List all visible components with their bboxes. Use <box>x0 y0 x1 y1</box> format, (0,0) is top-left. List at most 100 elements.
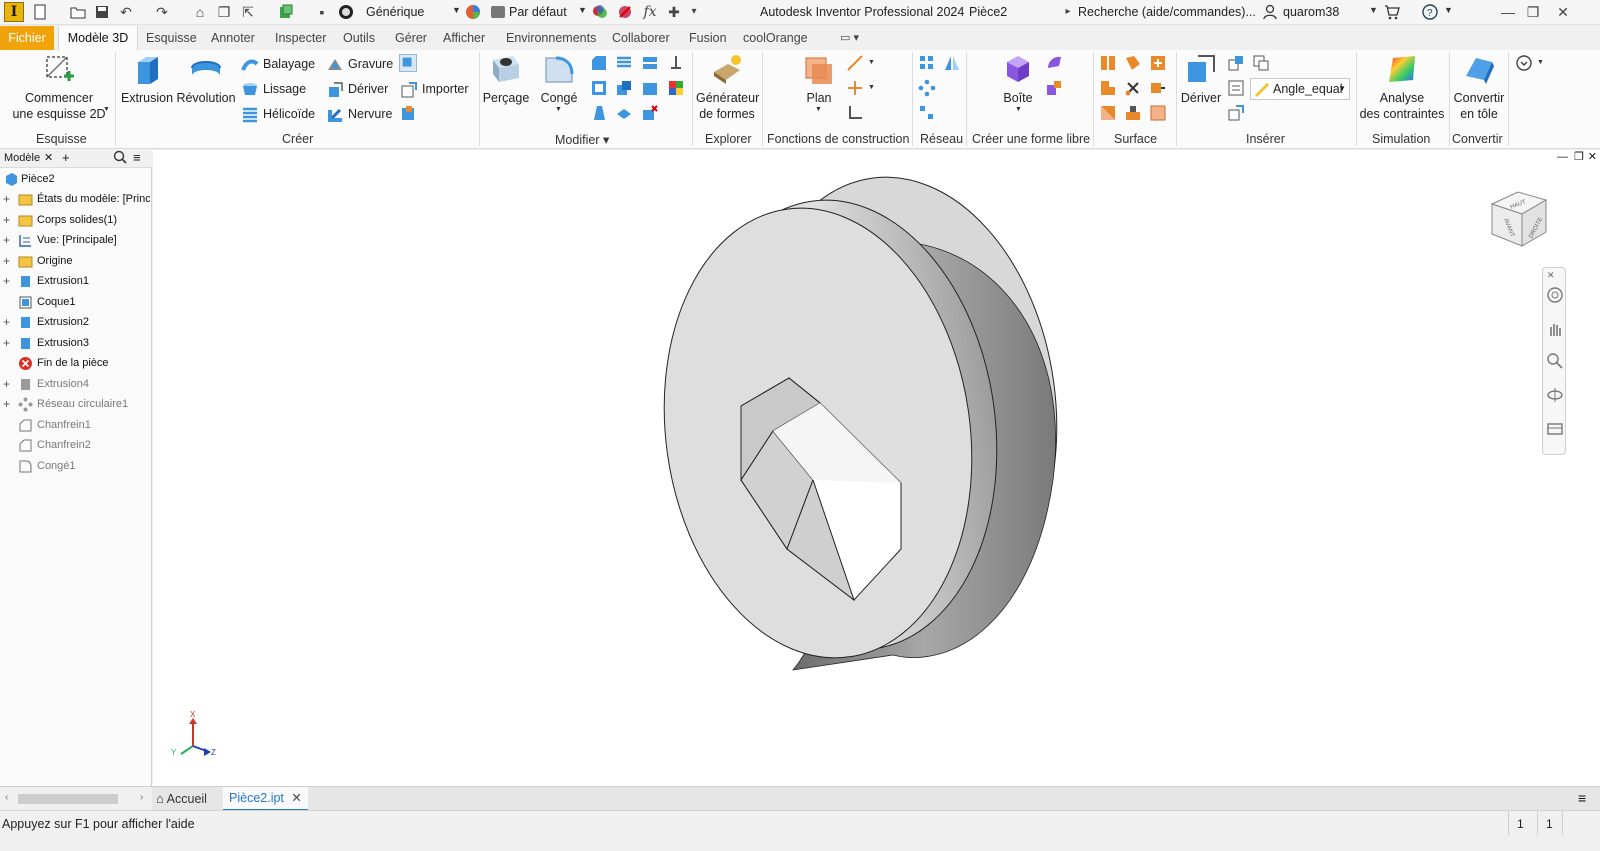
importer-button[interactable]: Importer <box>400 79 469 99</box>
gravure-button[interactable]: Gravure <box>326 54 393 74</box>
tab-fusion[interactable]: Fusion <box>683 26 733 50</box>
tree-item[interactable]: Coque1 <box>0 292 150 312</box>
home-icon[interactable]: ⌂ <box>192 4 208 20</box>
copy-icon[interactable]: ❐ <box>216 4 232 20</box>
chevron-down-icon[interactable]: ▼ <box>868 84 875 91</box>
close-icon[interactable]: ✕ <box>1555 4 1571 20</box>
appearance-dropdown[interactable]: Par défaut <box>509 5 567 19</box>
tree-item[interactable]: + Origine <box>0 251 150 271</box>
tab-esquisse[interactable]: Esquisse <box>140 26 203 50</box>
thicken-icon[interactable] <box>615 104 633 122</box>
tab-outils[interactable]: Outils <box>337 26 381 50</box>
angle-equal-dropdown[interactable]: Angle_equal ▼ <box>1250 78 1350 100</box>
steering-wheel-icon[interactable] <box>1546 286 1564 304</box>
shape-generator-button[interactable]: Générateur de formes <box>696 52 759 122</box>
boite-button[interactable]: Boîte <box>998 52 1038 106</box>
orbit-icon[interactable] <box>1546 386 1564 404</box>
move-face-icon[interactable] <box>641 79 659 97</box>
sketch-pattern-icon[interactable] <box>918 104 936 122</box>
expand-plus-icon[interactable]: + <box>3 210 13 230</box>
fit-mesh-icon[interactable] <box>1149 104 1167 122</box>
combine-icon[interactable] <box>615 79 633 97</box>
chevron-down-icon[interactable]: ▼ <box>1444 5 1453 15</box>
start-2d-sketch-button[interactable]: Commencer une esquisse 2D <box>8 52 110 122</box>
tab-modele-3d[interactable]: Modèle 3D <box>58 26 138 50</box>
tree-item[interactable]: + Extrusion4 <box>0 374 150 394</box>
ruled-surface-icon[interactable] <box>1099 79 1117 97</box>
shell-icon[interactable] <box>590 79 608 97</box>
expand-plus-icon[interactable]: + <box>3 230 13 250</box>
tab-afficher[interactable]: Afficher <box>437 26 491 50</box>
deriver-button[interactable]: Dériver <box>326 79 388 99</box>
material-icon[interactable] <box>338 4 354 20</box>
tab-environnements[interactable]: Environnements <box>500 26 602 50</box>
tree-item[interactable]: + Réseau circulaire1 <box>0 394 150 414</box>
scroll-left-icon[interactable]: ‹ <box>5 792 8 803</box>
expand-plus-icon[interactable]: + <box>3 271 13 291</box>
replace-face-icon[interactable] <box>667 79 685 97</box>
close-icon[interactable]: ✕ <box>1547 270 1555 281</box>
cart-icon[interactable] <box>1384 4 1400 20</box>
browser-tab-modele[interactable]: Modèle <box>4 152 40 164</box>
tree-root[interactable]: Pièce2 <box>0 169 150 189</box>
chevron-down-icon[interactable]: ▼ <box>868 59 875 66</box>
plus-icon[interactable]: ✚ <box>666 4 682 20</box>
close-icon[interactable]: ✕ <box>291 791 301 805</box>
tree-item[interactable]: Chanfrein1 <box>0 415 150 435</box>
tree-item[interactable]: + Corps solides(1) <box>0 210 150 230</box>
appearance-icon[interactable] <box>490 4 506 20</box>
tree-item[interactable]: + Extrusion1 <box>0 271 150 291</box>
expand-plus-icon[interactable]: + <box>3 312 13 332</box>
open-folder-icon[interactable] <box>70 4 86 20</box>
help-icon[interactable]: ? <box>1422 4 1438 20</box>
chevron-down-icon[interactable]: ▼ <box>578 5 587 15</box>
undo-icon[interactable]: ↶ <box>118 4 134 20</box>
search-icon[interactable] <box>113 150 127 167</box>
stress-analysis-button[interactable]: Analyse des contraintes <box>1358 52 1446 122</box>
search-input[interactable]: Recherche (aide/commandes)... <box>1078 5 1256 19</box>
expand-plus-icon[interactable]: + <box>3 333 13 353</box>
look-at-icon[interactable] <box>1546 420 1564 438</box>
parameters-fx-icon[interactable]: fx <box>642 4 658 20</box>
tab-gerer[interactable]: Gérer <box>389 26 433 50</box>
chamfer-icon[interactable] <box>590 54 608 72</box>
tab-collaborer[interactable]: Collaborer <box>606 26 676 50</box>
thread-icon[interactable] <box>615 54 633 72</box>
points-icon[interactable] <box>1227 79 1245 97</box>
revolution-button[interactable]: Révolution <box>175 52 237 106</box>
browser-scrollbar[interactable]: ‹ › <box>0 787 152 811</box>
customize-caret-icon[interactable]: ▾ <box>686 4 702 20</box>
ucs-icon[interactable] <box>846 104 864 122</box>
select-icon[interactable]: ⇱ <box>240 4 256 20</box>
chevron-down-icon[interactable]: ▼ <box>103 106 110 113</box>
scrollbar-thumb[interactable] <box>18 794 118 804</box>
add-browser-icon[interactable]: + <box>62 150 70 165</box>
work-axis-icon[interactable] <box>846 54 864 72</box>
insert-derive-button[interactable]: Dériver <box>1180 52 1222 106</box>
split-icon[interactable] <box>641 54 659 72</box>
tab-accueil[interactable]: ⌂ Accueil <box>156 789 207 809</box>
delete-face-icon[interactable] <box>641 104 659 122</box>
percage-button[interactable]: Perçage <box>482 52 530 106</box>
direct-edit-icon[interactable] <box>667 54 685 72</box>
rect-pattern-icon[interactable] <box>918 54 936 72</box>
boundary-patch-icon[interactable] <box>1099 104 1117 122</box>
tab-annoter[interactable]: Annoter <box>205 26 261 50</box>
restore-icon[interactable]: ❐ <box>1525 4 1541 20</box>
pulley-model[interactable] <box>153 150 1600 786</box>
tab-fichier[interactable]: Fichier <box>0 26 54 50</box>
user-icon[interactable] <box>1262 4 1278 20</box>
circular-pattern-icon[interactable] <box>918 79 936 97</box>
tab-inspecter[interactable]: Inspecter <box>269 26 332 50</box>
expand-plus-icon[interactable]: + <box>3 189 13 209</box>
minimize-icon[interactable]: — <box>1500 4 1516 20</box>
chevron-down-icon[interactable]: ▼ <box>452 5 461 15</box>
scroll-right-icon[interactable]: › <box>140 792 143 803</box>
unwrap-icon[interactable] <box>399 54 417 72</box>
menu-icon[interactable]: ≡ <box>1578 790 1586 806</box>
trim-icon[interactable] <box>1124 79 1142 97</box>
material-dropdown[interactable]: Générique <box>366 5 424 19</box>
chevron-down-icon[interactable]: ▼ <box>1537 59 1544 66</box>
redo-icon[interactable]: ↷ <box>154 4 170 20</box>
ribbon-toggle-icon[interactable]: ▭ ▾ <box>834 26 865 50</box>
